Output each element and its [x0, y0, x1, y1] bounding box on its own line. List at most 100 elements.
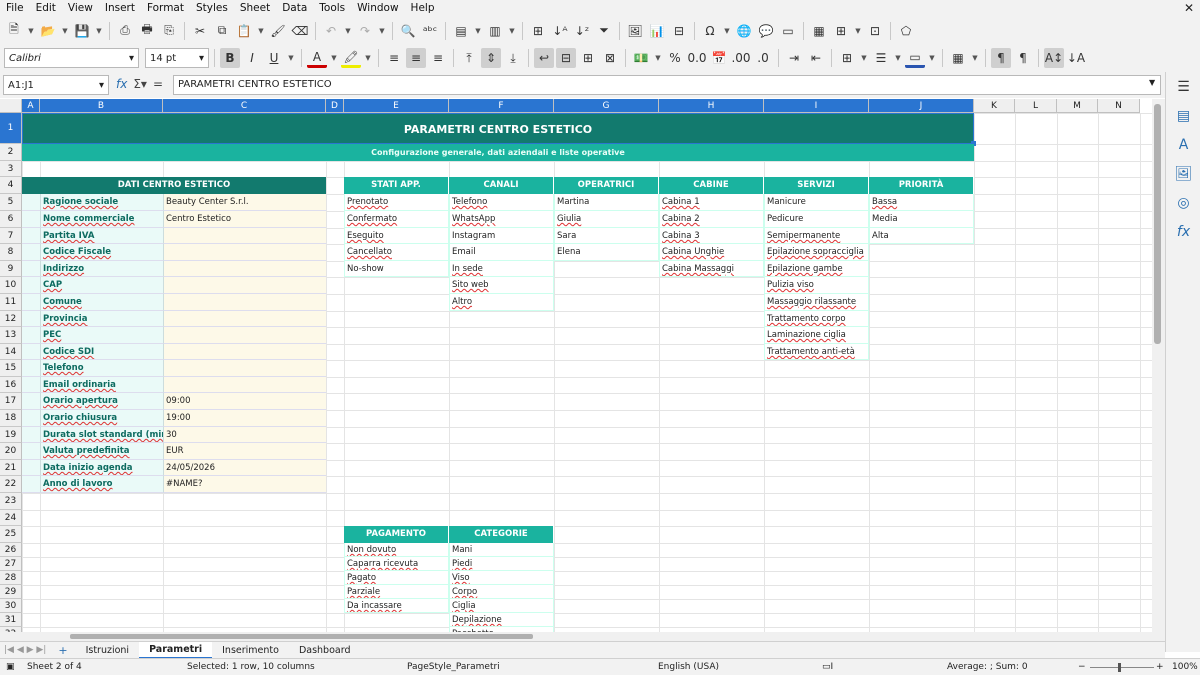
dati-spacer-cell[interactable] — [22, 261, 40, 277]
highlight-color-icon[interactable]: 🖍 — [341, 48, 361, 68]
dati-label-cell[interactable]: Data inizio agenda — [40, 460, 163, 476]
menu-window[interactable]: Window — [351, 0, 404, 17]
sort-descending-icon[interactable]: ↓ᶻ — [572, 21, 592, 41]
styles-icon[interactable]: A — [1166, 130, 1200, 159]
font-size-combo[interactable]: 14 pt ▾ — [145, 48, 209, 68]
column-header-d[interactable]: D — [326, 99, 344, 113]
list-item[interactable]: In sede — [449, 261, 554, 277]
dati-spacer-cell[interactable] — [22, 327, 40, 344]
menu-tools[interactable]: Tools — [313, 0, 351, 17]
tab-istruzioni[interactable]: Istruzioni — [76, 643, 140, 658]
menu-edit[interactable]: Edit — [30, 0, 62, 17]
row-header-20[interactable]: 20 — [0, 443, 22, 460]
list-item[interactable]: Cabina 1 — [659, 194, 764, 211]
align-top-icon[interactable]: ⤒ — [459, 48, 479, 68]
column-dropdown-icon[interactable]: ▼ — [507, 21, 517, 41]
print-icon[interactable]: 🖶 — [137, 21, 157, 41]
row-header-13[interactable]: 13 — [0, 327, 22, 344]
row-header-10[interactable]: 10 — [0, 277, 22, 294]
vertical-scroll-thumb[interactable] — [1154, 104, 1161, 344]
comment-icon[interactable]: 💬 — [756, 21, 776, 41]
freeze-dropdown-icon[interactable]: ▼ — [853, 21, 863, 41]
undo-icon[interactable]: ↶ — [321, 21, 341, 41]
list-item[interactable]: Instagram — [449, 228, 554, 244]
dati-spacer-cell[interactable] — [22, 244, 40, 261]
date-format-icon[interactable]: 📅 — [709, 48, 729, 68]
menu-insert[interactable]: Insert — [99, 0, 141, 17]
row-header-31[interactable]: 31 — [0, 613, 22, 627]
row-header-22[interactable]: 22 — [0, 476, 22, 493]
row-header-3[interactable]: 3 — [0, 161, 22, 177]
align-center-icon[interactable]: ≡ — [406, 48, 426, 68]
header-footer-icon[interactable]: ▭ — [778, 21, 798, 41]
list-item[interactable]: Email — [449, 244, 554, 261]
column-header-m[interactable]: M — [1057, 99, 1098, 113]
menu-data[interactable]: Data — [276, 0, 313, 17]
list-item[interactable]: Elena — [554, 244, 659, 261]
align-left-icon[interactable]: ≡ — [384, 48, 404, 68]
font-name-combo[interactable]: Calibri ▾ — [4, 48, 139, 68]
dati-value-cell[interactable] — [163, 294, 326, 311]
list-item[interactable]: Cabina Unghie — [659, 244, 764, 261]
merge-cells-icon[interactable]: ⊞ — [578, 48, 598, 68]
dati-label-cell[interactable]: Telefono — [40, 360, 163, 377]
dati-value-cell[interactable] — [163, 377, 326, 393]
tab-parametri[interactable]: Parametri — [139, 641, 213, 659]
list-item[interactable]: Pulizia viso — [764, 277, 869, 294]
dati-label-cell[interactable]: Ragione sociale — [40, 194, 163, 211]
row-header-25[interactable]: 25 — [0, 526, 22, 543]
undo-dropdown-icon[interactable]: ▼ — [343, 21, 353, 41]
list-item[interactable]: Telefono — [449, 194, 554, 211]
column-icon[interactable]: ▥ — [485, 21, 505, 41]
column-header-c[interactable]: C — [163, 99, 326, 113]
language[interactable]: English (USA) — [658, 662, 719, 672]
spreadsheet-grid[interactable]: A B C D E F G H I J K L M N 1 2 3 4 5 6 7 8 9 10 11 12 13 14 15 16 17 1… — [0, 99, 1152, 632]
zoom-slider[interactable] — [1090, 667, 1154, 668]
copy-icon[interactable]: ⧉ — [212, 21, 232, 41]
row-header-15[interactable]: 15 — [0, 360, 22, 377]
close-document-icon[interactable]: ✕ — [1184, 1, 1194, 15]
sum-icon[interactable]: Σ▾ — [133, 77, 147, 91]
dati-value-cell[interactable]: 09:00 — [163, 393, 326, 410]
subtitle-banner[interactable]: Configurazione generale, dati aziendali … — [22, 144, 974, 161]
dati-label-cell[interactable]: Valuta predefinita — [40, 443, 163, 460]
dati-value-cell[interactable]: 24/05/2026 — [163, 460, 326, 476]
borders-icon[interactable]: ⊞ — [837, 48, 857, 68]
list-header-2[interactable]: OPERATRICI — [554, 177, 659, 194]
list-item[interactable]: Bassa — [869, 194, 974, 211]
clone-formatting-icon[interactable]: 🖌 — [268, 21, 288, 41]
row-header-6[interactable]: 6 — [0, 211, 22, 228]
column-header-j[interactable]: J — [869, 99, 974, 113]
dati-label-cell[interactable]: Anno di lavoro — [40, 476, 163, 493]
row-header-24[interactable]: 24 — [0, 510, 22, 526]
cut-icon[interactable]: ✂ — [190, 21, 210, 41]
dati-value-cell[interactable]: EUR — [163, 443, 326, 460]
list-item[interactable]: Mani — [449, 543, 554, 557]
properties-icon[interactable]: ▤ — [1166, 101, 1200, 130]
add-decimal-icon[interactable]: .00 — [731, 48, 751, 68]
column-header-e[interactable]: E — [344, 99, 449, 113]
zoom-in-icon[interactable]: + — [1156, 662, 1164, 672]
dati-spacer-cell[interactable] — [22, 393, 40, 410]
list-header-0[interactable]: STATI APP. — [344, 177, 449, 194]
conditional-format-icon[interactable]: ▦ — [948, 48, 968, 68]
dati-spacer-cell[interactable] — [22, 344, 40, 360]
currency-format-icon[interactable]: 💵 — [631, 48, 651, 68]
define-print-area-icon[interactable]: ▦ — [809, 21, 829, 41]
dati-spacer-cell[interactable] — [22, 294, 40, 311]
formula-equals-icon[interactable]: = — [153, 77, 163, 91]
open-folder-icon[interactable]: 📂 — [38, 21, 58, 41]
dati-spacer-cell[interactable] — [22, 228, 40, 244]
navigator-icon[interactable]: ◎ — [1166, 188, 1200, 217]
font-color-dropdown-icon[interactable]: ▼ — [329, 48, 339, 68]
corner-cell[interactable] — [0, 99, 22, 113]
dati-spacer-cell[interactable] — [22, 427, 40, 443]
row-icon[interactable]: ▤ — [451, 21, 471, 41]
row-header-9[interactable]: 9 — [0, 261, 22, 277]
list-item[interactable]: Trattamento anti-età — [764, 344, 869, 360]
conditional-dropdown-icon[interactable]: ▼ — [970, 48, 980, 68]
row-header-21[interactable]: 21 — [0, 460, 22, 476]
dati-value-cell[interactable] — [163, 360, 326, 377]
list-item[interactable]: Manicure — [764, 194, 869, 211]
list-item[interactable]: Non dovuto — [344, 543, 449, 557]
